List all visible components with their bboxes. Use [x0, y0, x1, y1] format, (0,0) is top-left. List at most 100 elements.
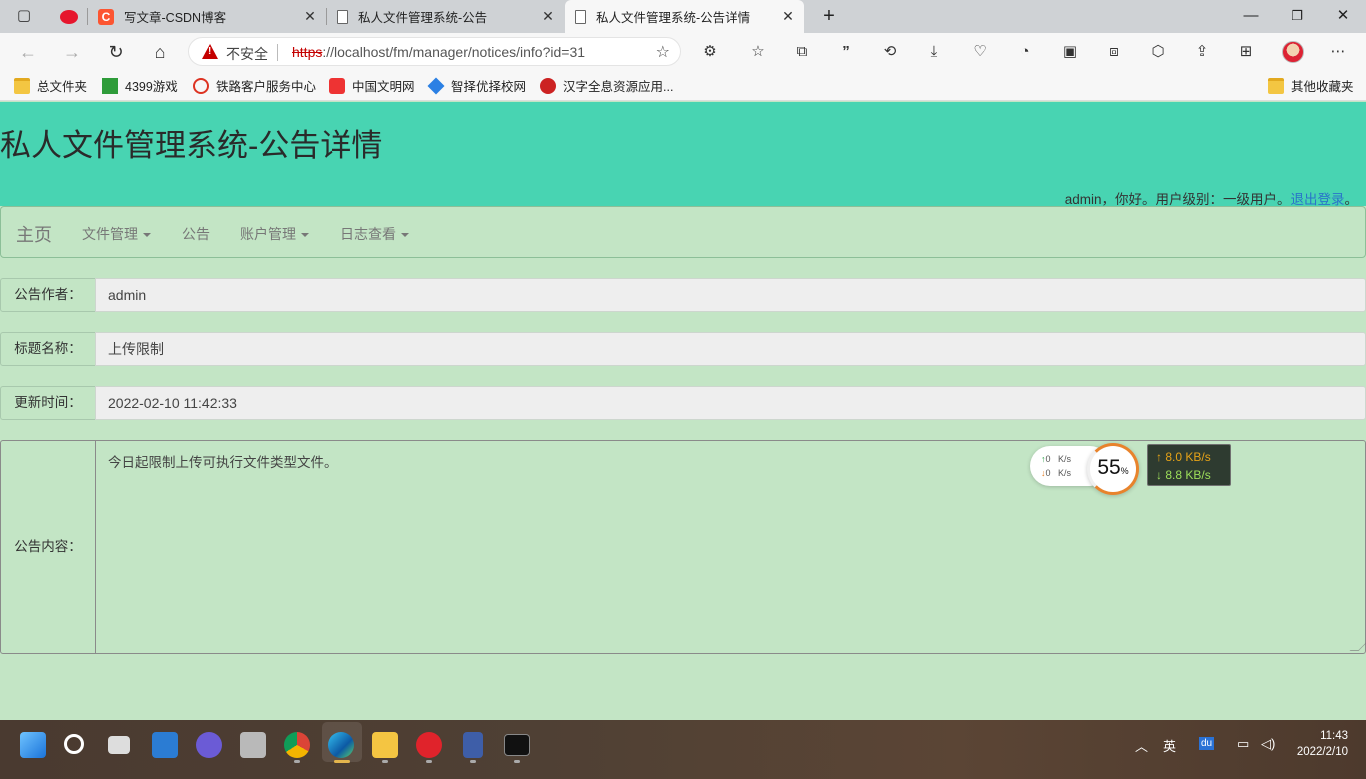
apps-icon[interactable]: ⊞ [1233, 39, 1259, 65]
terminal-icon[interactable] [504, 734, 530, 756]
download-icon[interactable]: ⤓ [921, 39, 947, 65]
nav-label: 账户管理 [240, 226, 296, 242]
quote-icon[interactable]: ” [833, 39, 859, 65]
bookmark-label: 中国文明网 [352, 80, 415, 94]
browser-tab-bar: ▢ C 写文章-CSDN博客 ✕ 私人文件管理系统-公告 ✕ 私人文件管理系统-… [0, 0, 1366, 33]
logout-link[interactable]: 退出登录 [1291, 192, 1345, 207]
bookmark-hanzi[interactable]: 汉字全息资源应用... [540, 76, 673, 95]
system-clock[interactable]: 11:43 2022/2/10 [1297, 728, 1348, 760]
title-label: 标题名称： [0, 332, 96, 366]
calculator-icon[interactable] [463, 732, 483, 758]
tab-notices[interactable]: 私人文件管理系统-公告 ✕ [327, 0, 564, 33]
close-icon[interactable]: ✕ [540, 8, 556, 24]
folder-icon [1268, 77, 1284, 94]
nav-file-management[interactable]: 文件管理 [82, 224, 151, 244]
close-icon[interactable]: ✕ [302, 8, 318, 24]
performance-icon[interactable]: ⬡ [1145, 39, 1171, 65]
updated-field[interactable]: 2022-02-10 11:42:33 [95, 386, 1366, 420]
url-text[interactable]: https://localhost/fm/manager/notices/inf… [292, 44, 585, 60]
search-icon[interactable] [64, 734, 84, 754]
chevron-up-icon[interactable]: ︿ [1135, 736, 1148, 755]
tab-notice-detail[interactable]: 私人文件管理系统-公告详情 ✕ [565, 0, 804, 33]
chat-icon[interactable] [196, 732, 222, 758]
start-icon[interactable] [20, 732, 46, 758]
author-field[interactable]: admin [95, 278, 1366, 312]
share-icon[interactable]: ⇪ [1189, 39, 1215, 65]
resize-handle-icon[interactable] [1349, 642, 1366, 651]
forward-button[interactable]: → [58, 38, 86, 66]
nav-label: 公告 [182, 226, 210, 242]
download-speed: ↓ 8.8 KB/s [1156, 468, 1211, 482]
url-input[interactable]: 不安全 https://localhost/fm/manager/notices… [188, 37, 681, 66]
nav-notices[interactable]: 公告 [182, 224, 210, 244]
caret-down-icon [401, 233, 409, 238]
history-icon[interactable]: ⟲ [877, 39, 903, 65]
tab-weibo[interactable] [50, 0, 86, 33]
page-icon [337, 9, 348, 24]
file-explorer-icon[interactable] [372, 732, 398, 758]
netease-music-icon[interactable] [416, 732, 442, 758]
content-label: 公告内容： [0, 440, 96, 654]
railway-icon [193, 77, 209, 94]
app-icon[interactable] [240, 732, 266, 758]
running-indicator [514, 760, 520, 763]
usage-percent: 55 [1097, 456, 1121, 479]
bookmark-label: 其他收藏夹 [1291, 80, 1354, 94]
favorites-icon[interactable]: ☆ [745, 39, 771, 65]
nav-log-view[interactable]: 日志查看 [340, 224, 409, 244]
other-bookmarks[interactable]: 其他收藏夹 [1268, 76, 1354, 95]
minimize-button[interactable]: — [1228, 0, 1274, 33]
nav-home[interactable]: 主页 [16, 221, 52, 247]
home-button[interactable]: ⌂ [146, 38, 174, 66]
bell-icon[interactable]: ◔ [1012, 39, 1038, 65]
back-button[interactable]: ← [14, 38, 42, 66]
volume-icon[interactable]: ◁) [1261, 736, 1275, 752]
upload-speed: ↑ 8.0 KB/s [1156, 450, 1211, 464]
bookmark-school[interactable]: 智择优择校网 [427, 76, 526, 95]
clock-time: 11:43 [1320, 730, 1348, 742]
download-speed-value: 8.8 KB/s [1165, 468, 1211, 482]
baidu-icon[interactable]: du [1199, 737, 1215, 750]
gem-icon [427, 77, 445, 94]
bookmark-civilization[interactable]: 中国文明网 [329, 76, 415, 95]
bookmark-label: 4399游戏 [125, 80, 178, 94]
refresh-button[interactable]: ↻ [102, 38, 130, 66]
security-label[interactable]: 不安全 [226, 44, 268, 64]
author-row: 公告作者： admin [0, 278, 1366, 312]
upload-value: 0 [1045, 454, 1051, 464]
page-icon [575, 9, 586, 24]
new-tab-button[interactable]: + [806, 0, 852, 33]
maximize-button[interactable]: ❐ [1274, 0, 1320, 33]
close-window-button[interactable]: ✕ [1320, 0, 1366, 33]
speed-readout: ↑ 8.0 KB/s ↓ 8.8 KB/s [1147, 444, 1231, 486]
network-icon[interactable]: ▭ [1237, 736, 1249, 752]
tab-actions-icon[interactable]: ▢ [11, 3, 37, 29]
task-view-icon[interactable] [108, 736, 130, 754]
collections-icon[interactable]: ⧉ [789, 39, 815, 65]
nav-label: 文件管理 [82, 226, 138, 242]
widgets-icon[interactable] [152, 732, 178, 758]
bookmark-folder[interactable]: 总文件夹 [14, 76, 87, 95]
folder-icon [14, 77, 30, 94]
edge-icon[interactable] [328, 732, 354, 758]
screenshot-icon[interactable]: ⧈ [1101, 39, 1127, 65]
chrome-icon[interactable] [284, 732, 310, 758]
network-speed-widget[interactable]: ↑0 K/s ↓0 K/s 55% [1030, 443, 1140, 495]
greeting-text: admin，你好。用户级别：一级用户。 [1064, 192, 1291, 207]
bookmark-4399[interactable]: 4399游戏 [102, 76, 178, 95]
extensions-icon[interactable]: ⚙ [697, 39, 723, 65]
health-icon[interactable]: ♡ [967, 39, 993, 65]
bookmark-railway[interactable]: 铁路客户服务中心 [193, 76, 316, 95]
close-icon[interactable]: ✕ [780, 8, 796, 24]
more-icon[interactable]: ⋯ [1325, 39, 1351, 65]
ime-indicator[interactable]: 英 [1163, 736, 1176, 755]
add-favorite-icon[interactable]: ☆ [656, 42, 670, 62]
page-content: 私人文件管理系统-公告详情 admin，你好。用户级别：一级用户。退出登录。 主… [0, 102, 1366, 719]
nav-account-management[interactable]: 账户管理 [240, 224, 309, 244]
math-icon[interactable]: ▣ [1057, 39, 1083, 65]
author-label: 公告作者： [0, 278, 96, 312]
profile-avatar[interactable] [1282, 41, 1304, 63]
tab-csdn[interactable]: C 写文章-CSDN博客 ✕ [88, 0, 326, 33]
title-field[interactable]: 上传限制 [95, 332, 1366, 366]
percent-sign: % [1120, 466, 1129, 476]
